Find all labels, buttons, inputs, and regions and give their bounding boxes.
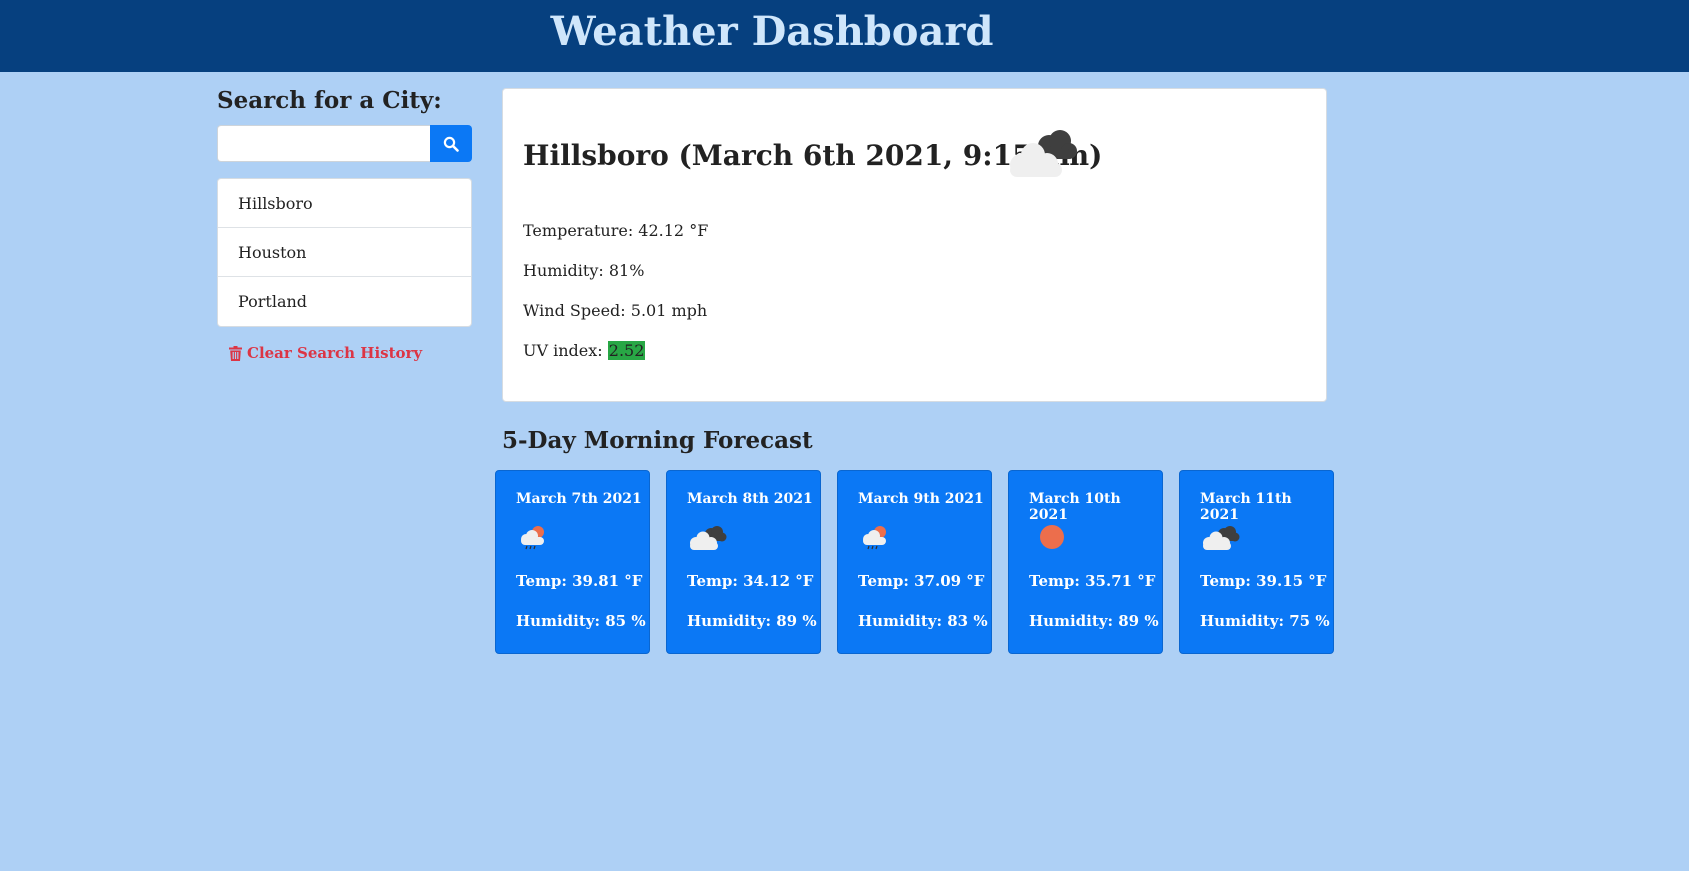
search-heading: Search for a City: <box>217 87 442 114</box>
forecast-card-day-2: March 8th 2021 Temp: 34.12 °F Humidity: … <box>666 470 821 654</box>
history-item-hillsboro[interactable]: Hillsboro <box>218 179 471 228</box>
forecast-humidity: Humidity: 83 % <box>858 612 988 630</box>
forecast-humidity: Humidity: 75 % <box>1200 612 1330 630</box>
broken-clouds-icon <box>1010 130 1077 177</box>
forecast-heading: 5-Day Morning Forecast <box>502 427 813 454</box>
forecast-humidity: Humidity: 89 % <box>687 612 817 630</box>
forecast-date: March 7th 2021 <box>516 491 642 507</box>
forecast-card-day-1: March 7th 2021 Temp: 39.81 °F Humidity: … <box>495 470 650 654</box>
current-humidity: Humidity: 81% <box>523 261 645 280</box>
history-item-portland[interactable]: Portland <box>218 277 471 326</box>
history-item-houston[interactable]: Houston <box>218 228 471 277</box>
forecast-card-day-3: March 9th 2021 Temp: 37.09 °F Humidity: … <box>837 470 992 654</box>
search-button[interactable] <box>430 125 472 162</box>
forecast-temp: Temp: 37.09 °F <box>858 572 985 590</box>
app-title: Weather Dashboard <box>550 8 994 55</box>
rain-sun-icon <box>863 526 886 550</box>
current-weather-card: Hillsboro (March 6th 2021, 9:15 am) Temp… <box>502 88 1327 402</box>
clear-history-button[interactable]: Clear Search History <box>229 344 422 362</box>
forecast-card-day-4: March 10th 2021 Temp: 35.71 °F Humidity:… <box>1008 470 1163 654</box>
header-bar: Weather Dashboard <box>0 0 1689 72</box>
rain-sun-icon <box>521 526 544 550</box>
forecast-date: March 8th 2021 <box>687 491 813 507</box>
forecast-temp: Temp: 34.12 °F <box>687 572 814 590</box>
search-history-list: Hillsboro Houston Portland <box>217 178 472 327</box>
forecast-temp: Temp: 39.81 °F <box>516 572 643 590</box>
city-search-input[interactable] <box>217 125 431 162</box>
forecast-humidity: Humidity: 85 % <box>516 612 646 630</box>
forecast-card-day-5: March 11th 2021 Temp: 39.15 °F Humidity:… <box>1179 470 1334 654</box>
search-icon <box>443 136 459 152</box>
forecast-date: March 9th 2021 <box>858 491 984 507</box>
broken-clouds-icon <box>1203 526 1240 550</box>
current-uv-index: UV index: 2.52 <box>523 341 646 360</box>
forecast-temp: Temp: 39.15 °F <box>1200 572 1327 590</box>
broken-clouds-icon <box>690 526 727 550</box>
trash-icon <box>229 345 242 361</box>
forecast-temp: Temp: 35.71 °F <box>1029 572 1156 590</box>
forecast-date: March 11th 2021 <box>1200 491 1292 523</box>
current-temperature: Temperature: 42.12 °F <box>523 221 709 240</box>
clear-history-label: Clear Search History <box>247 344 423 362</box>
forecast-date: March 10th 2021 <box>1029 491 1121 523</box>
uv-index-value: 2.52 <box>607 341 646 360</box>
uv-index-label: UV index: <box>523 341 603 360</box>
sun-icon <box>1040 525 1064 549</box>
current-wind-speed: Wind Speed: 5.01 mph <box>523 301 708 320</box>
forecast-humidity: Humidity: 89 % <box>1029 612 1159 630</box>
